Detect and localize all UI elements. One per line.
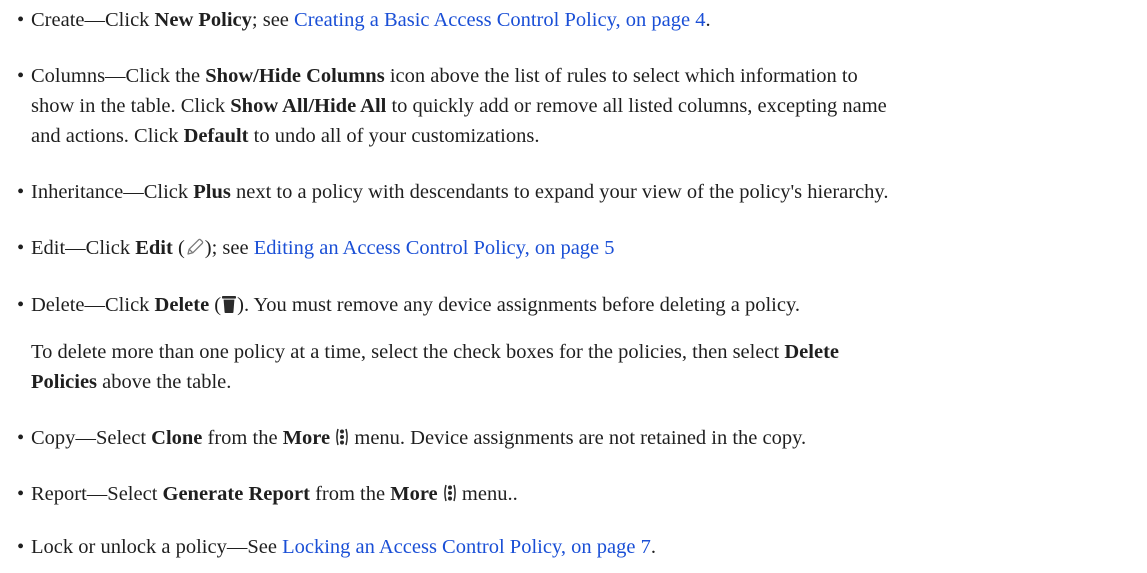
- bullet: •: [17, 294, 25, 316]
- list-item-copy: • Copy—Select Clone from the More menu. D…: [17, 423, 1147, 456]
- delete-note-line1: To delete more than one policy at a time…: [31, 341, 839, 363]
- ui-term-clone: Clone: [151, 427, 203, 449]
- item-term: Delete: [31, 294, 85, 316]
- item-term: Copy: [31, 427, 76, 449]
- bullet: •: [17, 9, 25, 31]
- list-item-lock: • Lock or unlock a policy—See Locking an …: [17, 532, 1147, 562]
- list-item-delete: • Delete—Click Delete (). You must remove…: [17, 290, 1147, 323]
- ui-term-more: More: [390, 483, 438, 505]
- link-locking-policy[interactable]: Locking an Access Control Policy, on pag…: [282, 536, 651, 558]
- ui-term-delete: Delete: [154, 294, 210, 316]
- list-item-columns: • Columns—Click the Show/Hide Columns ico…: [17, 61, 1147, 91]
- ui-term-show-hide-columns: Show/Hide Columns: [205, 65, 385, 87]
- delete-note-line2: Policies above the table.: [31, 371, 232, 393]
- list-item-report: • Report—Select Generate Report from the …: [17, 479, 1147, 512]
- pencil-icon: [185, 236, 205, 266]
- more-vertical-icon: [335, 426, 349, 456]
- bullet: •: [17, 483, 25, 505]
- ui-term-edit: Edit: [135, 237, 173, 259]
- list-item-edit: • Edit—Click Edit (); see Editing an Acce…: [17, 233, 1147, 266]
- ui-term-plus: Plus: [193, 181, 231, 203]
- trash-icon: [221, 293, 237, 323]
- item-term: Inheritance: [31, 181, 124, 203]
- list-item-columns-line3: and actions. Click Default to undo all o…: [31, 125, 540, 147]
- bullet: •: [17, 536, 25, 558]
- link-editing-policy[interactable]: Editing an Access Control Policy, on pag…: [254, 237, 615, 259]
- list-item-inheritance: • Inheritance—Click Plus next to a policy…: [17, 177, 1147, 207]
- item-term: Report: [31, 483, 87, 505]
- ui-term-more: More: [282, 427, 331, 449]
- ui-term-show-all-hide-all: Show All/Hide All: [230, 95, 387, 117]
- list-item-columns-line2: show in the table. Click Show All/Hide A…: [31, 95, 887, 117]
- ui-term-delete-policies-1: Delete: [784, 341, 839, 363]
- item-term: Lock or unlock a policy: [31, 536, 227, 558]
- document-page: • Create—Click New Policy; see Creating a…: [0, 0, 1147, 573]
- ui-term-generate-report: Generate Report: [162, 483, 310, 505]
- ui-term-default: Default: [183, 125, 249, 147]
- bullet: •: [17, 237, 25, 259]
- ui-term-delete-policies-2: Policies: [31, 371, 98, 393]
- bullet: •: [17, 65, 25, 87]
- bullet: •: [17, 427, 25, 449]
- link-creating-policy[interactable]: Creating a Basic Access Control Policy, …: [294, 9, 705, 31]
- more-vertical-icon: [443, 482, 457, 512]
- item-term: Create: [31, 9, 85, 31]
- item-term: Edit: [31, 237, 66, 259]
- ui-term-new-policy: New Policy: [154, 9, 252, 31]
- bullet: •: [17, 181, 25, 203]
- item-term: Columns: [31, 65, 106, 87]
- list-item-create: • Create—Click New Policy; see Creating a…: [17, 5, 1147, 35]
